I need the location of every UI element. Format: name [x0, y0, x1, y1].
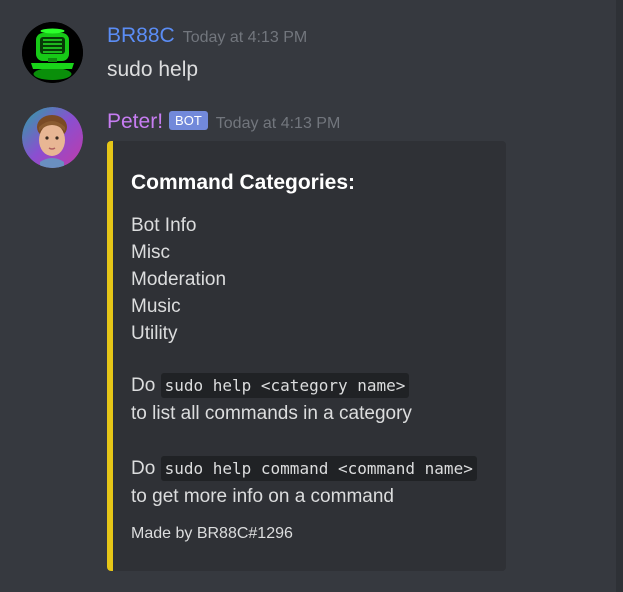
- timestamp: Today at 4:13 PM: [215, 115, 341, 132]
- code-snippet: sudo help <category name>: [160, 373, 410, 398]
- message-header: Peter! BOT Today at 4:13 PM: [107, 110, 340, 134]
- category-item: Music: [131, 296, 181, 317]
- bot-tag-badge: BOT: [169, 111, 208, 130]
- usage-prefix: Do: [131, 458, 156, 479]
- usage-paragraph-category: Do sudo help <category name> to list all…: [131, 372, 412, 428]
- embed-footer: Made by BR88C#1296: [131, 525, 293, 542]
- usage-prefix: Do: [131, 375, 156, 396]
- category-item: Bot Info: [131, 215, 197, 236]
- chat-area: BR88C Today at 4:13 PM sudo help Peter! …: [0, 0, 623, 592]
- category-item: Misc: [131, 242, 171, 263]
- code-snippet: sudo help command <command name>: [160, 456, 477, 481]
- embed-accent-bar: [107, 141, 113, 571]
- scrollbar-track[interactable]: [616, 0, 623, 592]
- category-list: Bot Info Misc Moderation Music Utility: [131, 212, 226, 347]
- embed-title: Command Categories:: [131, 171, 356, 194]
- usage-suffix: to list all commands in a category: [131, 403, 412, 424]
- username[interactable]: Peter!: [107, 110, 163, 133]
- usage-suffix: to get more info on a command: [131, 486, 394, 507]
- category-item: Utility: [131, 323, 178, 344]
- boy-face-avatar-icon[interactable]: [22, 107, 83, 168]
- category-item: Moderation: [131, 269, 227, 290]
- usage-paragraph-command: Do sudo help command <command name> to g…: [131, 455, 477, 511]
- help-embed: Command Categories: Bot Info Misc Modera…: [107, 141, 506, 571]
- message-peter-bot: Peter! BOT Today at 4:13 PM Command Catego…: [0, 0, 610, 592]
